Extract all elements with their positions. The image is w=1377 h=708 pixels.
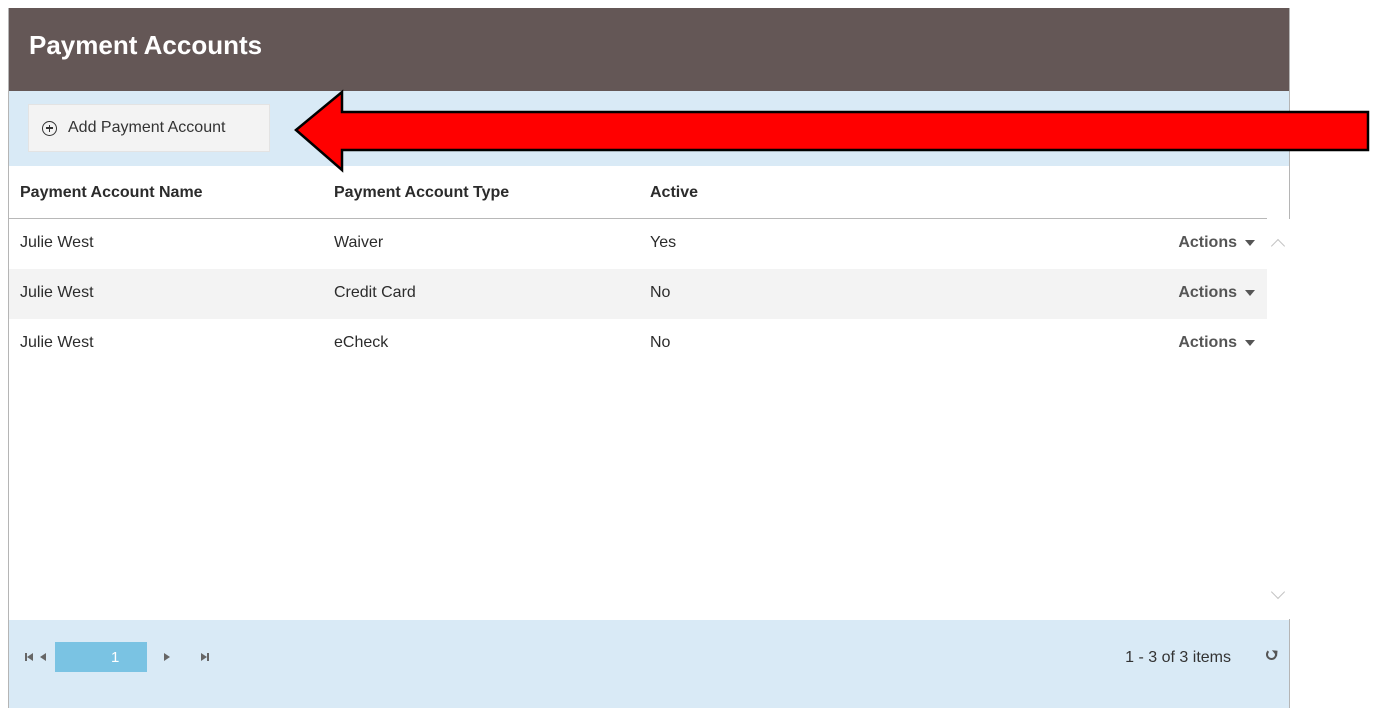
scroll-up-icon[interactable] — [1270, 238, 1286, 254]
annotation-arrow-shape — [294, 89, 1370, 173]
annotation-arrow — [294, 89, 1370, 173]
grid-body: Julie West Waiver Yes Actions Julie West… — [9, 219, 1267, 619]
cell-active: No — [650, 284, 671, 301]
table-row[interactable]: Julie West Credit Card No Actions — [9, 269, 1267, 319]
cell-account-name: Julie West — [20, 284, 94, 301]
prev-page-icon — [40, 653, 46, 661]
caret-down-icon — [1245, 240, 1255, 246]
pager: 1 1 - 3 of 3 items — [9, 620, 1289, 708]
actions-dropdown[interactable]: Actions — [1178, 284, 1255, 302]
refresh-icon[interactable] — [1266, 649, 1277, 660]
cell-account-type: Credit Card — [334, 284, 416, 301]
column-header-active[interactable]: Active — [650, 184, 698, 202]
column-header-name[interactable]: Payment Account Name — [20, 184, 203, 202]
cell-account-name: Julie West — [20, 234, 94, 251]
actions-label: Actions — [1178, 234, 1237, 251]
first-page-arrow-icon — [26, 653, 33, 661]
cell-active: No — [650, 334, 671, 351]
actions-label: Actions — [1178, 284, 1237, 301]
cell-account-name: Julie West — [20, 334, 94, 351]
actions-dropdown[interactable]: Actions — [1178, 334, 1255, 352]
cell-active: Yes — [650, 234, 677, 251]
caret-down-icon — [1245, 340, 1255, 346]
page-number-button[interactable]: 1 — [55, 642, 147, 672]
actions-dropdown[interactable]: Actions — [1178, 234, 1255, 252]
cell-account-type: eCheck — [334, 334, 389, 351]
add-payment-account-label: Add Payment Account — [68, 119, 226, 136]
cell-account-type: Waiver — [334, 234, 384, 251]
table-row[interactable]: Julie West Waiver Yes Actions — [9, 219, 1267, 269]
actions-label: Actions — [1178, 334, 1237, 351]
prev-page-button[interactable] — [35, 642, 51, 672]
last-page-button[interactable] — [197, 642, 213, 672]
plus-circle-icon — [42, 120, 57, 136]
add-payment-account-button[interactable]: Add Payment Account — [28, 104, 270, 152]
next-page-button[interactable] — [159, 642, 175, 672]
column-header-type[interactable]: Payment Account Type — [334, 184, 509, 202]
scroll-down-icon[interactable] — [1270, 584, 1286, 600]
last-page-icon — [207, 653, 209, 661]
table-row[interactable]: Julie West eCheck No Actions — [9, 319, 1267, 369]
vertical-scrollbar[interactable] — [1268, 219, 1290, 619]
next-page-icon — [164, 653, 170, 661]
panel-title: Payment Accounts — [29, 30, 263, 60]
pager-info: 1 - 3 of 3 items — [1125, 649, 1231, 666]
caret-down-icon — [1245, 290, 1255, 296]
panel-header: Payment Accounts — [9, 8, 1289, 91]
